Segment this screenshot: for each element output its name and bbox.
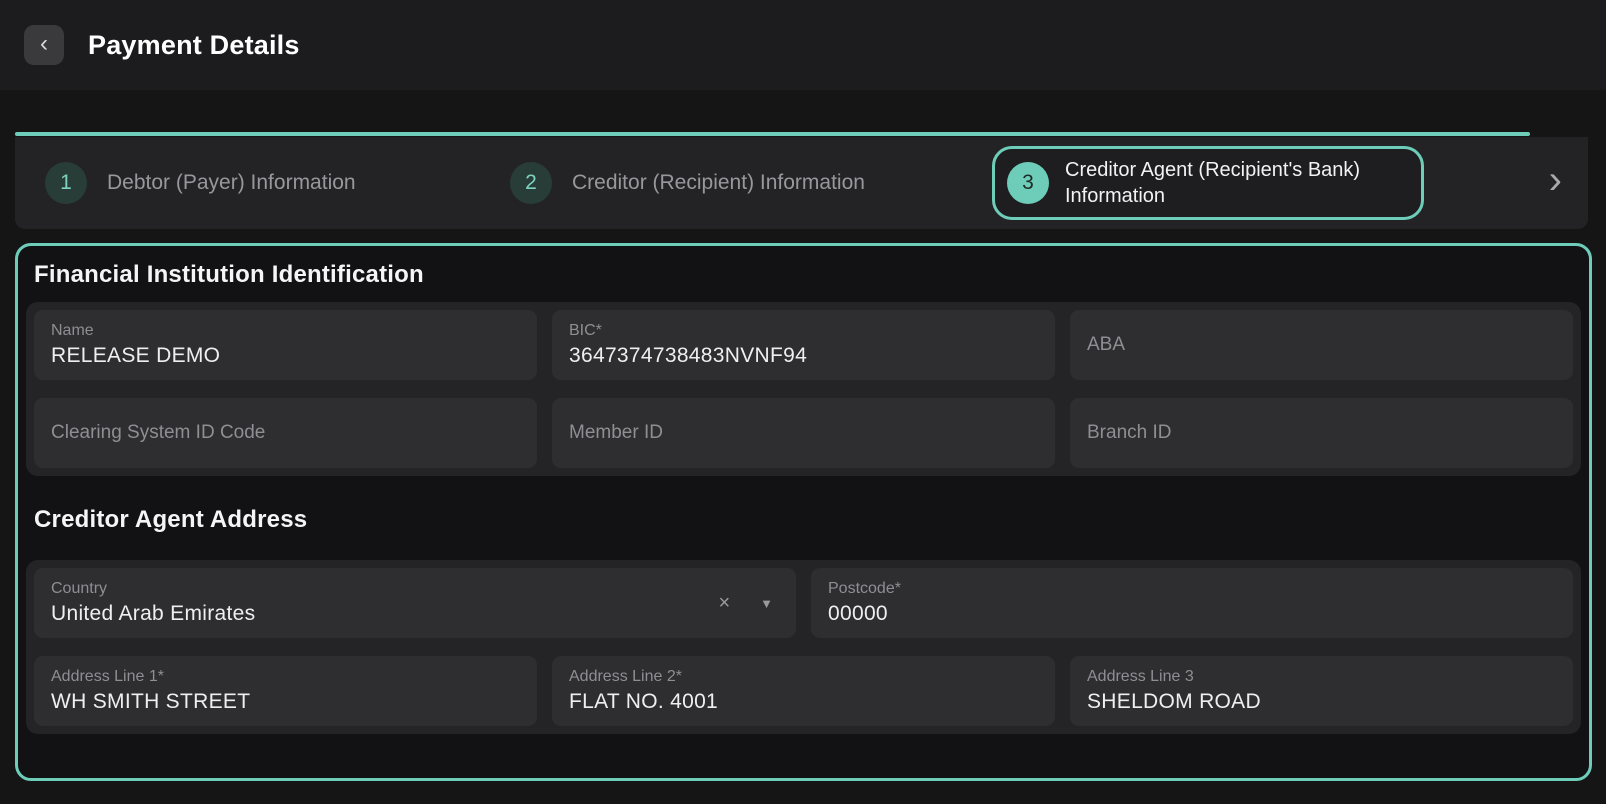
- stepper-next-button[interactable]: ›: [1549, 160, 1562, 206]
- step-3-label: Creditor Agent (Recipient's Bank) Inform…: [1065, 157, 1415, 209]
- member-id-label: Member ID: [569, 422, 1038, 444]
- stepper-accent-line: [15, 132, 1530, 136]
- branch-id-field[interactable]: Branch ID: [1070, 398, 1573, 468]
- creditor-agent-address-fields-group: Country United Arab Emirates × ▼ Postcod…: [26, 560, 1581, 734]
- dropdown-arrow-icon[interactable]: ▼: [760, 597, 773, 610]
- country-select-field[interactable]: Country United Arab Emirates × ▼: [34, 568, 796, 638]
- postcode-field-value: 00000: [828, 602, 1556, 626]
- clear-icon[interactable]: ×: [718, 593, 730, 613]
- payment-details-screen: ‹ Payment Details 1 Debtor (Payer) Infor…: [0, 0, 1606, 804]
- branch-id-label: Branch ID: [1087, 422, 1556, 444]
- address-line-3-label: Address Line 3: [1087, 668, 1556, 686]
- address-line-1-label: Address Line 1*: [51, 668, 520, 686]
- country-field-label: Country: [51, 580, 718, 598]
- country-select-icons: × ▼: [718, 593, 779, 613]
- fii-row-2: Clearing System ID Code Member ID Branch…: [34, 398, 1573, 468]
- postcode-field-label: Postcode*: [828, 580, 1556, 598]
- creditor-agent-form-panel: Financial Institution Identification Nam…: [15, 243, 1592, 781]
- chevron-left-icon: ‹: [40, 32, 48, 56]
- name-field-label: Name: [51, 322, 520, 340]
- step-creditor-information[interactable]: 2 Creditor (Recipient) Information: [510, 162, 992, 204]
- financial-institution-fields-group: Name RELEASE DEMO BIC* 3647374738483NVNF…: [26, 302, 1581, 476]
- bic-field-label: BIC*: [569, 322, 1038, 340]
- bic-field-value: 3647374738483NVNF94: [569, 344, 1038, 368]
- country-field-value: United Arab Emirates: [51, 602, 718, 626]
- step-2-label: Creditor (Recipient) Information: [572, 171, 865, 195]
- aba-field-label: ABA: [1087, 334, 1556, 356]
- back-button[interactable]: ‹: [24, 25, 64, 65]
- chevron-right-icon: ›: [1549, 158, 1562, 202]
- step-3-number: 3: [1007, 162, 1049, 204]
- stepper: 1 Debtor (Payer) Information 2 Creditor …: [15, 137, 1588, 229]
- address-row-2: Address Line 1* WH SMITH STREET Address …: [34, 656, 1573, 726]
- header: ‹ Payment Details: [0, 0, 1606, 90]
- address-row-1: Country United Arab Emirates × ▼ Postcod…: [34, 568, 1573, 638]
- address-line-2-value: FLAT NO. 4001: [569, 690, 1038, 714]
- step-1-label: Debtor (Payer) Information: [107, 171, 356, 195]
- address-line-3-value: SHELDOM ROAD: [1087, 690, 1556, 714]
- section-title-creditor-agent-address: Creditor Agent Address: [34, 506, 1573, 534]
- address-line-3-field[interactable]: Address Line 3 SHELDOM ROAD: [1070, 656, 1573, 726]
- fii-row-1: Name RELEASE DEMO BIC* 3647374738483NVNF…: [34, 310, 1573, 380]
- page-title: Payment Details: [88, 30, 300, 61]
- name-field[interactable]: Name RELEASE DEMO: [34, 310, 537, 380]
- address-line-1-value: WH SMITH STREET: [51, 690, 520, 714]
- member-id-field[interactable]: Member ID: [552, 398, 1055, 468]
- address-line-1-field[interactable]: Address Line 1* WH SMITH STREET: [34, 656, 537, 726]
- bic-field[interactable]: BIC* 3647374738483NVNF94: [552, 310, 1055, 380]
- aba-field[interactable]: ABA: [1070, 310, 1573, 380]
- step-2-number: 2: [510, 162, 552, 204]
- name-field-value: RELEASE DEMO: [51, 344, 520, 368]
- address-line-2-label: Address Line 2*: [569, 668, 1038, 686]
- step-debtor-information[interactable]: 1 Debtor (Payer) Information: [15, 162, 510, 204]
- step-1-number: 1: [45, 162, 87, 204]
- country-select-main: Country United Arab Emirates: [51, 580, 718, 626]
- section-title-financial-institution: Financial Institution Identification: [34, 261, 1573, 289]
- clearing-system-id-code-field[interactable]: Clearing System ID Code: [34, 398, 537, 468]
- address-line-2-field[interactable]: Address Line 2* FLAT NO. 4001: [552, 656, 1055, 726]
- clearing-system-id-code-label: Clearing System ID Code: [51, 422, 520, 444]
- postcode-field[interactable]: Postcode* 00000: [811, 568, 1573, 638]
- step-creditor-agent-information-active[interactable]: 3 Creditor Agent (Recipient's Bank) Info…: [992, 146, 1424, 220]
